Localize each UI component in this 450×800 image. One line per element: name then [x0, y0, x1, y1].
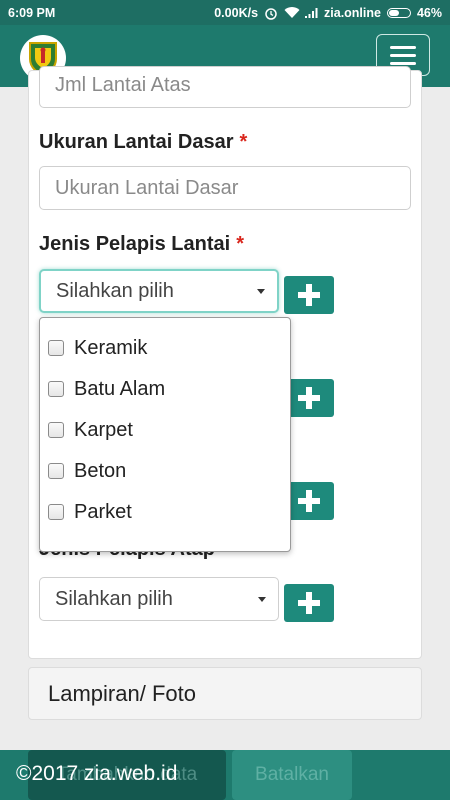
- option-beton[interactable]: Beton: [48, 455, 126, 487]
- checkbox[interactable]: [48, 463, 64, 479]
- attachment-section-header[interactable]: Lampiran/ Foto: [28, 667, 422, 720]
- plus-icon: [298, 490, 320, 512]
- jumlah-lantai-atas-input[interactable]: Jml Lantai Atas: [39, 66, 411, 108]
- caret-down-icon: [257, 289, 265, 294]
- copyright-text: ©2017 zia.web.id: [16, 762, 178, 785]
- add-roof-cover-button[interactable]: [284, 584, 334, 622]
- floor-size-input[interactable]: Ukuran Lantai Dasar: [39, 166, 411, 210]
- add-wall-cover-button[interactable]: [284, 379, 334, 417]
- plus-icon: [298, 387, 320, 409]
- status-time: 6:09 PM: [8, 5, 56, 20]
- add-floor-cover-button[interactable]: [284, 276, 334, 314]
- wifi-icon: [284, 6, 300, 19]
- checkbox[interactable]: [48, 381, 64, 397]
- option-parket[interactable]: Parket: [48, 496, 132, 528]
- checkbox[interactable]: [48, 340, 64, 356]
- caret-down-icon: [258, 597, 266, 602]
- roof-cover-select[interactable]: Silahkan pilih: [39, 577, 279, 621]
- add-ceiling-cover-button[interactable]: [284, 482, 334, 520]
- cancel-button[interactable]: Batalkan: [232, 750, 352, 800]
- status-bar: 6:09 PM 0.00K/s zia.online 46%: [0, 0, 450, 25]
- hamburger-icon: [390, 45, 416, 49]
- alarm-icon: [264, 7, 278, 20]
- option-karpet[interactable]: Karpet: [48, 414, 133, 446]
- battery-level: 46%: [416, 5, 442, 20]
- network-speed: 0.00K/s: [214, 5, 259, 20]
- floor-cover-select[interactable]: Silahkan pilih: [39, 269, 279, 313]
- option-keramik[interactable]: Keramik: [48, 332, 147, 364]
- footer: Tambahkan data Batalkan ©2017 zia.web.id: [0, 750, 450, 800]
- floor-cover-dropdown: Keramik Batu Alam Karpet Beton Parket: [39, 317, 291, 552]
- plus-icon: [298, 592, 320, 614]
- battery-icon: [386, 7, 411, 18]
- floor-size-label: Ukuran Lantai Dasar *: [39, 131, 248, 153]
- plus-icon: [298, 284, 320, 306]
- checkbox[interactable]: [48, 422, 64, 438]
- checkbox[interactable]: [48, 504, 64, 520]
- carrier-name: zia.online: [324, 5, 381, 20]
- signal-icon: [304, 7, 318, 19]
- option-batu-alam[interactable]: Batu Alam: [48, 373, 165, 405]
- floor-cover-label: Jenis Pelapis Lantai *: [39, 233, 244, 255]
